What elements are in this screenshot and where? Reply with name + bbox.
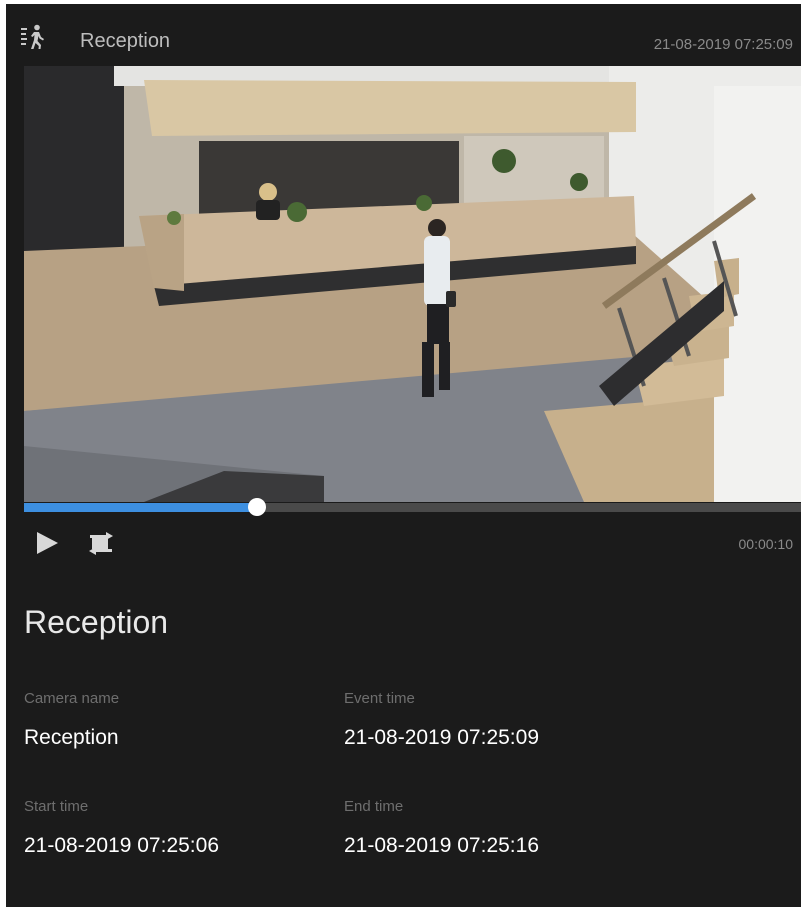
event-time-value: 21-08-2019 07:25:09 (344, 726, 539, 749)
event-preview-panel: Reception 21-08-2019 07:25:09 00:00:10 R… (6, 4, 801, 907)
start-time-label: Start time (24, 798, 89, 815)
progress-scrubber-handle[interactable] (248, 498, 267, 516)
video-frame[interactable] (24, 66, 801, 502)
preview-header: Reception 21-08-2019 07:25:09 (6, 4, 801, 66)
event-timestamp: 21-08-2019 07:25:09 (653, 36, 793, 53)
camera-name-label: Camera name (24, 690, 120, 707)
event-title: Reception (24, 604, 169, 640)
end-time-label: End time (344, 798, 404, 815)
playback-progress-bar[interactable] (24, 498, 801, 516)
progress-fill (24, 503, 258, 512)
start-time-value: 21-08-2019 07:25:06 (24, 834, 219, 857)
motion-walking-person-icon (21, 24, 44, 49)
camera-title: Reception (80, 30, 171, 52)
clip-duration: 00:00:10 (738, 536, 794, 552)
end-time-value: 21-08-2019 07:25:16 (344, 834, 539, 857)
event-time-label: Event time (344, 690, 415, 707)
camera-name-value: Reception (24, 726, 119, 749)
play-icon[interactable] (34, 530, 60, 556)
camera-scene-image (24, 66, 801, 502)
loop-icon[interactable] (86, 530, 116, 556)
